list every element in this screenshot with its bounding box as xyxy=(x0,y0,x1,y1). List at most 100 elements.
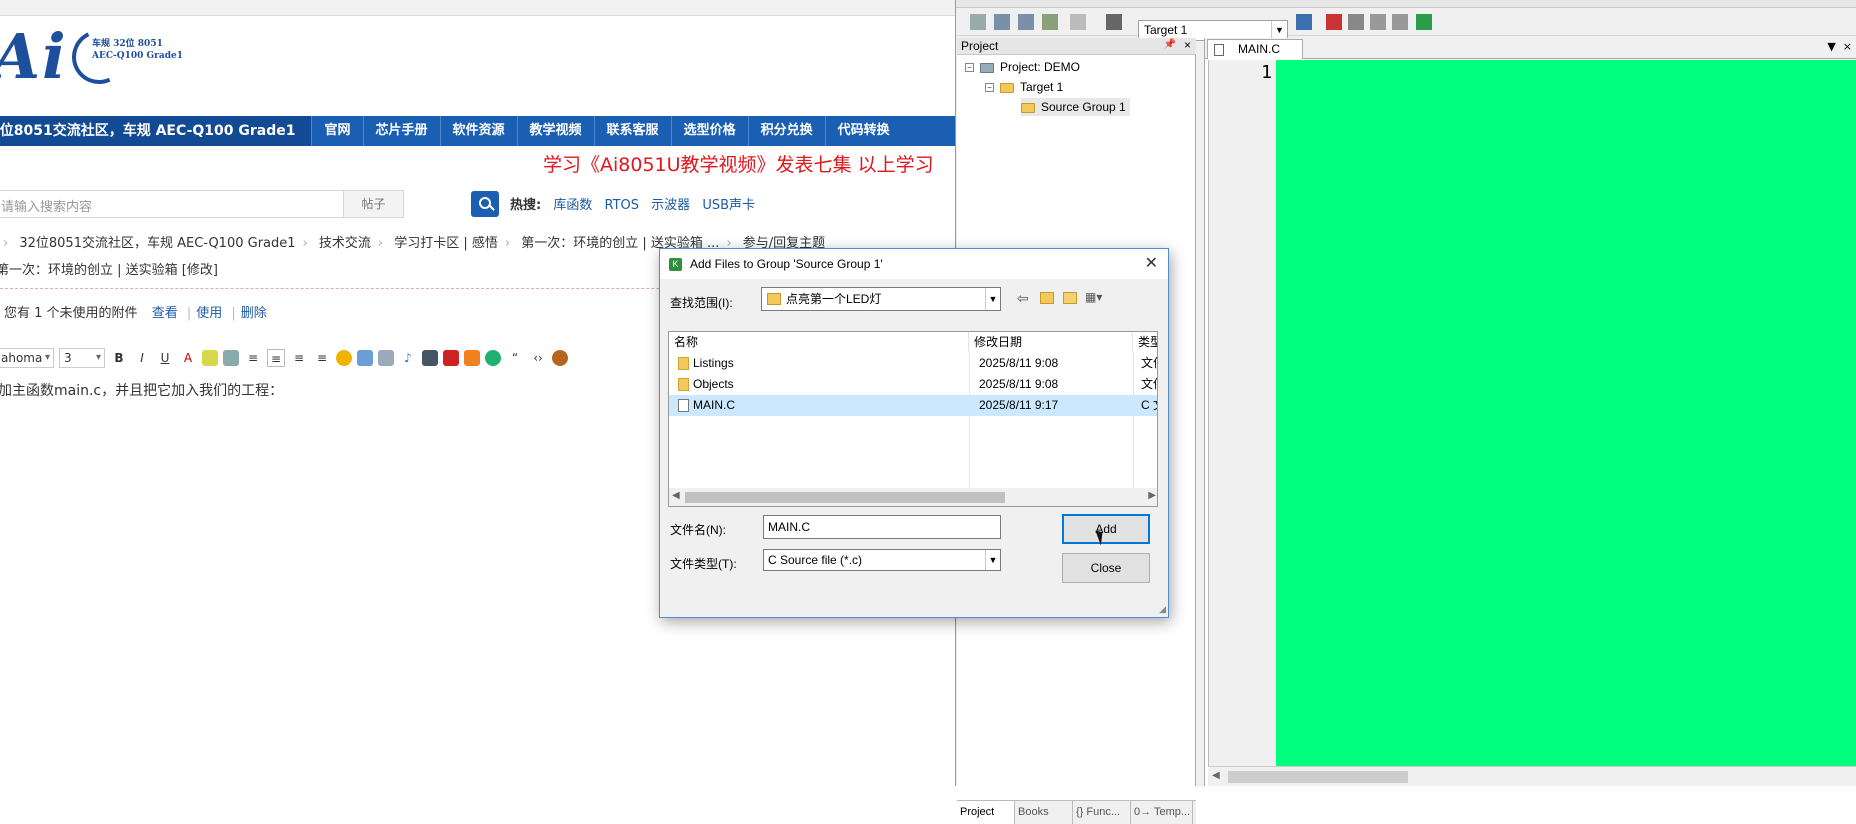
image-icon[interactable] xyxy=(357,350,373,366)
play-icon[interactable] xyxy=(485,350,501,366)
hot-link-1[interactable]: 库函数 xyxy=(553,198,592,213)
tree-item-project[interactable]: − Project: DEMO xyxy=(965,58,1080,76)
tab-main-c[interactable]: MAIN.C xyxy=(1207,39,1303,59)
tab-functions[interactable]: {} Func... xyxy=(1073,801,1131,824)
file-extensions-icon[interactable] xyxy=(1348,14,1364,30)
search-input[interactable]: 请输入搜索内容 xyxy=(1,196,92,215)
view-menu-icon[interactable]: ▦▾ xyxy=(1085,290,1102,304)
pack-installer-icon[interactable] xyxy=(1416,14,1432,30)
dialog-titlebar[interactable]: K Add Files to Group 'Source Group 1' ✕ xyxy=(660,249,1168,279)
file-row[interactable]: Listings 2025/8/11 9:08 文件夹 xyxy=(669,353,1157,374)
bold-button[interactable]: B xyxy=(110,349,128,367)
file-row[interactable]: Objects 2025/8/11 9:08 文件夹 xyxy=(669,374,1157,395)
scroll-left-icon[interactable]: ◀ xyxy=(672,490,680,501)
crumb-checkin[interactable]: 学习打卡区 | 感悟 xyxy=(394,236,498,251)
align-justify-icon[interactable]: ≡ xyxy=(313,349,331,367)
align-left-icon[interactable]: ≡ xyxy=(244,349,262,367)
collapse-icon[interactable]: − xyxy=(985,83,994,93)
video-icon[interactable] xyxy=(422,350,438,366)
close-icon[interactable]: × xyxy=(1184,38,1191,52)
manage-project-icon[interactable] xyxy=(1326,14,1342,30)
hot-link-2[interactable]: RTOS xyxy=(605,198,640,213)
tab-project[interactable]: Project xyxy=(957,801,1015,824)
crumb-forum[interactable]: 32位8051交流社区，车规 AEC-Q100 Grade1 xyxy=(19,236,295,251)
nav-item-videos[interactable]: 教学视频 xyxy=(516,116,594,146)
code-editor-area[interactable] xyxy=(1276,60,1856,766)
scrollbar-thumb[interactable] xyxy=(1228,771,1408,783)
resize-grip-icon[interactable]: ◢ xyxy=(1159,604,1166,615)
nav-item-points[interactable]: 积分兑换 xyxy=(747,116,825,146)
scroll-left-icon[interactable]: ◀ xyxy=(1212,770,1220,781)
build-icon[interactable] xyxy=(994,14,1010,30)
file-row[interactable]: MAIN.C 2025/8/11 9:17 C 文件 xyxy=(669,395,1157,416)
nav-site-title[interactable]: 2位8051交流社区，车规 AEC-Q100 Grade1 xyxy=(0,116,312,146)
quote-icon[interactable]: “ xyxy=(506,349,524,367)
nav-item-software[interactable]: 软件资源 xyxy=(439,116,517,146)
search-category-select[interactable]: 帖子 xyxy=(343,191,403,217)
code-icon[interactable]: ‹› xyxy=(529,349,547,367)
attachment-delete-link[interactable]: 删除 xyxy=(241,306,267,321)
add-button[interactable]: Add xyxy=(1062,514,1150,544)
font-color-button[interactable]: A xyxy=(179,349,197,367)
font-family-select[interactable]: ahoma xyxy=(0,348,54,368)
emoji-icon[interactable] xyxy=(336,350,352,366)
editor-horizontal-scrollbar[interactable]: ◀ xyxy=(1208,766,1856,786)
pin-icon[interactable]: 📌 xyxy=(1164,39,1176,50)
underline-button[interactable]: U xyxy=(156,349,174,367)
tab-templates[interactable]: 0→ Temp... xyxy=(1131,801,1193,824)
search-box[interactable]: 请输入搜索内容 帖子 xyxy=(0,190,404,218)
batch-build-icon[interactable] xyxy=(1042,14,1058,30)
user-icon[interactable] xyxy=(552,350,568,366)
highlight-icon[interactable] xyxy=(202,350,218,366)
filetype-select[interactable]: C Source file (*.c) ▼ xyxy=(763,549,1001,571)
select-pack-icon[interactable] xyxy=(1392,14,1408,30)
column-header-type[interactable]: 类型 xyxy=(1133,332,1157,352)
collapse-icon[interactable]: − xyxy=(965,63,974,73)
logo[interactable]: Ai xyxy=(0,20,68,93)
nav-item-pricing[interactable]: 选型价格 xyxy=(670,116,748,146)
attachment-view-link[interactable]: 查看 xyxy=(152,306,178,321)
attachment-icon[interactable] xyxy=(378,350,394,366)
translate-icon[interactable] xyxy=(970,14,986,30)
manage-components-icon[interactable] xyxy=(1370,14,1386,30)
nav-item-datasheet[interactable]: 芯片手册 xyxy=(362,116,440,146)
stop-build-icon[interactable] xyxy=(1070,14,1086,30)
nav-item-code-convert[interactable]: 代码转换 xyxy=(824,116,902,146)
tree-item-source-group[interactable]: Source Group 1 xyxy=(1021,98,1130,116)
font-size-select[interactable]: 3 xyxy=(59,348,105,368)
close-icon[interactable]: ✕ xyxy=(1145,249,1158,279)
tree-item-target[interactable]: − Target 1 xyxy=(985,78,1063,96)
rebuild-icon[interactable] xyxy=(1018,14,1034,30)
hot-link-3[interactable]: 示波器 xyxy=(651,198,690,213)
hot-link-4[interactable]: USB声卡 xyxy=(702,198,755,213)
music-icon[interactable]: ♪ xyxy=(399,349,417,367)
scrollbar-thumb[interactable] xyxy=(685,492,1005,503)
close-button[interactable]: Close xyxy=(1062,553,1150,583)
flash-icon[interactable] xyxy=(443,350,459,366)
crumb-tech[interactable]: 技术交流 xyxy=(319,236,371,251)
up-folder-icon[interactable] xyxy=(1040,292,1054,304)
align-center-icon[interactable]: ≡ xyxy=(267,349,285,367)
column-header-name[interactable]: 名称 xyxy=(669,332,969,352)
code-block-icon[interactable] xyxy=(464,350,480,366)
nav-item-support[interactable]: 联系客服 xyxy=(593,116,671,146)
target-options-icon[interactable] xyxy=(1296,14,1312,30)
download-icon[interactable] xyxy=(1106,14,1122,30)
announcement-marquee[interactable]: 学习《Ai8051U教学视频》发表七集 以上学习 xyxy=(543,150,934,177)
lookin-select[interactable]: 点亮第一个LED灯 ▼ xyxy=(761,287,1001,311)
attachment-use-link[interactable]: 使用 xyxy=(196,306,222,321)
align-right-icon[interactable]: ≡ xyxy=(290,349,308,367)
column-header-date[interactable]: 修改日期 xyxy=(969,332,1133,352)
nav-item-official[interactable]: 官网 xyxy=(311,116,362,146)
back-arrow-icon[interactable]: ⇦ xyxy=(1017,290,1029,307)
search-button[interactable] xyxy=(471,191,499,217)
editor-tab-controls[interactable]: ▼ × xyxy=(1827,40,1852,53)
filename-input[interactable]: MAIN.C xyxy=(763,515,1001,539)
file-list-scrollbar[interactable]: ◀ ▶ xyxy=(669,488,1157,506)
italic-button[interactable]: I xyxy=(133,349,151,367)
new-folder-icon[interactable] xyxy=(1063,292,1077,304)
tab-books[interactable]: Books xyxy=(1015,801,1073,824)
editor-content[interactable]: 加主函数main.c，并且把它加入我们的工程： xyxy=(0,380,283,400)
link-icon[interactable] xyxy=(223,350,239,366)
scroll-right-icon[interactable]: ▶ xyxy=(1148,490,1156,501)
